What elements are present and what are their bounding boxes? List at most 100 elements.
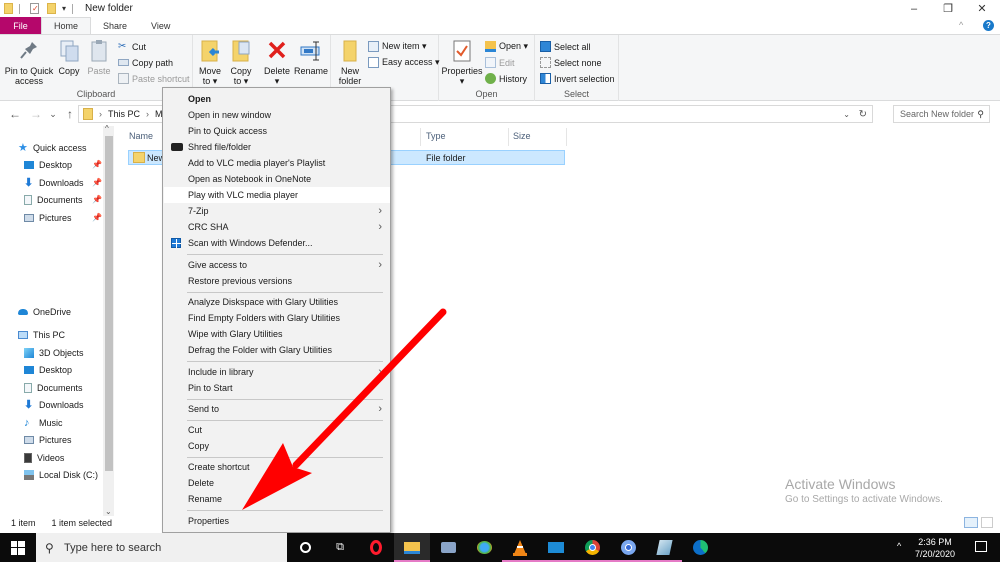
cortana-button[interactable] xyxy=(287,533,323,562)
new-folder-button[interactable]: New folder xyxy=(337,39,363,86)
tab-view[interactable]: View xyxy=(139,17,182,34)
nav-quick-access[interactable]: ★ Quick access xyxy=(18,139,87,156)
nav-videos[interactable]: Videos xyxy=(24,449,64,466)
nav-documents[interactable]: Documents xyxy=(24,379,83,396)
vlc-button[interactable] xyxy=(502,533,538,562)
minimize-button[interactable]: – xyxy=(896,0,932,17)
menu-item-onenote[interactable]: Open as Notebook in OneNote xyxy=(164,171,390,187)
large-icons-view-button[interactable] xyxy=(981,517,993,528)
chrome-button[interactable] xyxy=(574,533,610,562)
column-header-name[interactable]: Name xyxy=(129,131,153,141)
edit-button[interactable]: Edit xyxy=(485,55,515,70)
nav-pictures[interactable]: Pictures xyxy=(24,431,72,448)
mail-button[interactable] xyxy=(538,533,574,562)
customize-quick-access-icon[interactable]: ▾ xyxy=(62,4,66,13)
copy-path-button[interactable]: Copy path xyxy=(118,55,173,70)
opera-button[interactable] xyxy=(358,533,394,562)
scroll-up-icon[interactable]: ^ xyxy=(105,124,109,133)
history-button[interactable]: History xyxy=(485,71,527,86)
menu-item-glary-defrag[interactable]: Defrag the Folder with Glary Utilities xyxy=(164,342,390,358)
menu-item-windows-defender[interactable]: Scan with Windows Defender... xyxy=(164,235,390,251)
column-header-size[interactable]: Size xyxy=(513,131,531,141)
tab-home[interactable]: Home xyxy=(41,17,92,34)
delete-button[interactable]: Delete ▾ xyxy=(263,39,291,86)
task-view-button[interactable]: ⧉ xyxy=(322,533,358,562)
menu-item-7zip[interactable]: 7-Zip › xyxy=(164,203,390,219)
menu-item-vlc-playlist[interactable]: Add to VLC media player's Playlist xyxy=(164,155,390,171)
open-button[interactable]: Open ▾ xyxy=(485,39,528,54)
copy-to-button[interactable]: Copy to ▾ xyxy=(228,39,254,86)
nav-onedrive[interactable]: OneDrive xyxy=(18,303,71,320)
pin-icon[interactable]: 📌 xyxy=(92,195,102,204)
notepad-button[interactable] xyxy=(646,533,682,562)
camera-button[interactable] xyxy=(430,533,466,562)
pin-icon[interactable]: 📌 xyxy=(92,160,102,169)
address-dropdown-icon[interactable]: ⌄ xyxy=(843,110,850,119)
properties-quick-icon[interactable]: ✓ xyxy=(30,3,39,14)
edge-button[interactable] xyxy=(682,533,718,562)
nav-desktop[interactable]: Desktop xyxy=(24,361,72,378)
new-item-button[interactable]: New item ▾ xyxy=(368,39,427,54)
select-none-button[interactable]: Select none xyxy=(540,55,602,70)
clock[interactable]: 2:36 PM 7/20/2020 xyxy=(915,536,955,560)
start-button[interactable] xyxy=(0,533,36,562)
menu-item-give-access[interactable]: Give access to › xyxy=(164,257,390,273)
notification-center-icon[interactable] xyxy=(975,541,987,552)
search-input[interactable]: Search New folder ⚲ xyxy=(893,105,990,123)
copy-button[interactable]: Copy xyxy=(56,39,82,76)
close-button[interactable]: ✕ xyxy=(964,0,1000,17)
cut-button[interactable]: ✂ Cut xyxy=(118,39,146,54)
menu-item-glary-wipe[interactable]: Wipe with Glary Utilities xyxy=(164,326,390,342)
restore-button[interactable]: ❐ xyxy=(930,0,966,17)
collapse-ribbon-icon[interactable]: ^ xyxy=(959,20,963,30)
nav-3d-objects[interactable]: 3D Objects xyxy=(24,344,84,361)
menu-item-crc-sha[interactable]: CRC SHA › xyxy=(164,219,390,235)
up-button[interactable]: ↑ xyxy=(63,107,77,121)
tab-share[interactable]: Share xyxy=(91,17,139,34)
taskbar-search-input[interactable]: ⚲ Type here to search xyxy=(36,533,287,562)
nav-quick-desktop[interactable]: Desktop xyxy=(24,156,72,173)
idm-button[interactable] xyxy=(466,533,502,562)
scrollbar-thumb[interactable] xyxy=(105,136,113,471)
column-divider[interactable] xyxy=(508,128,509,146)
menu-item-create-shortcut[interactable]: Create shortcut xyxy=(164,459,390,475)
nav-scrollbar[interactable]: ^ ⌄ xyxy=(103,124,114,516)
nav-quick-documents[interactable]: Documents xyxy=(24,191,83,208)
nav-music[interactable]: ♪ Music xyxy=(24,414,63,431)
menu-item-send-to[interactable]: Send to › xyxy=(164,401,390,417)
menu-item-delete[interactable]: Delete xyxy=(164,475,390,491)
menu-item-pin-quick-access[interactable]: Pin to Quick access xyxy=(164,123,390,139)
nav-local-disk[interactable]: Local Disk (C:) xyxy=(24,466,98,483)
pin-to-quick-access-button[interactable]: Pin to Quick access xyxy=(4,39,54,86)
pin-icon[interactable]: 📌 xyxy=(92,213,102,222)
paste-button[interactable]: Paste xyxy=(86,39,112,76)
easy-access-button[interactable]: Easy access ▾ xyxy=(368,55,440,70)
properties-button[interactable]: Properties ▾ xyxy=(441,39,483,86)
move-to-button[interactable]: Move to ▾ xyxy=(197,39,223,86)
help-icon[interactable]: ? xyxy=(983,20,994,31)
menu-item-copy[interactable]: Copy xyxy=(164,438,390,454)
tab-file[interactable]: File xyxy=(0,17,41,34)
rename-button[interactable]: Rename xyxy=(294,39,328,76)
nav-downloads[interactable]: ⬇ Downloads xyxy=(24,396,84,413)
nav-quick-pictures[interactable]: Pictures xyxy=(24,209,72,226)
menu-item-glary-analyze[interactable]: Analyze Diskspace with Glary Utilities xyxy=(164,294,390,310)
menu-item-rename[interactable]: Rename xyxy=(164,491,390,507)
back-button[interactable]: ← xyxy=(8,107,22,121)
paste-shortcut-button[interactable]: Paste shortcut xyxy=(118,71,190,86)
file-explorer-button[interactable] xyxy=(394,533,430,562)
menu-item-shred[interactable]: Shred file/folder xyxy=(164,139,390,155)
column-divider[interactable] xyxy=(420,128,421,146)
chromium-button[interactable] xyxy=(610,533,646,562)
menu-item-play-vlc[interactable]: Play with VLC media player xyxy=(164,187,390,203)
invert-selection-button[interactable]: Invert selection xyxy=(540,71,615,86)
menu-item-restore-versions[interactable]: Restore previous versions xyxy=(164,273,390,289)
menu-item-glary-find-empty[interactable]: Find Empty Folders with Glary Utilities xyxy=(164,310,390,326)
column-header-type[interactable]: Type xyxy=(426,131,446,141)
menu-item-open-new-window[interactable]: Open in new window xyxy=(164,107,390,123)
details-view-button[interactable] xyxy=(964,517,978,528)
menu-item-pin-start[interactable]: Pin to Start xyxy=(164,380,390,396)
nav-quick-downloads[interactable]: ⬇ Downloads xyxy=(24,174,84,191)
tray-overflow-chevron[interactable]: ^ xyxy=(897,541,901,551)
refresh-icon[interactable]: ↻ xyxy=(859,109,867,120)
